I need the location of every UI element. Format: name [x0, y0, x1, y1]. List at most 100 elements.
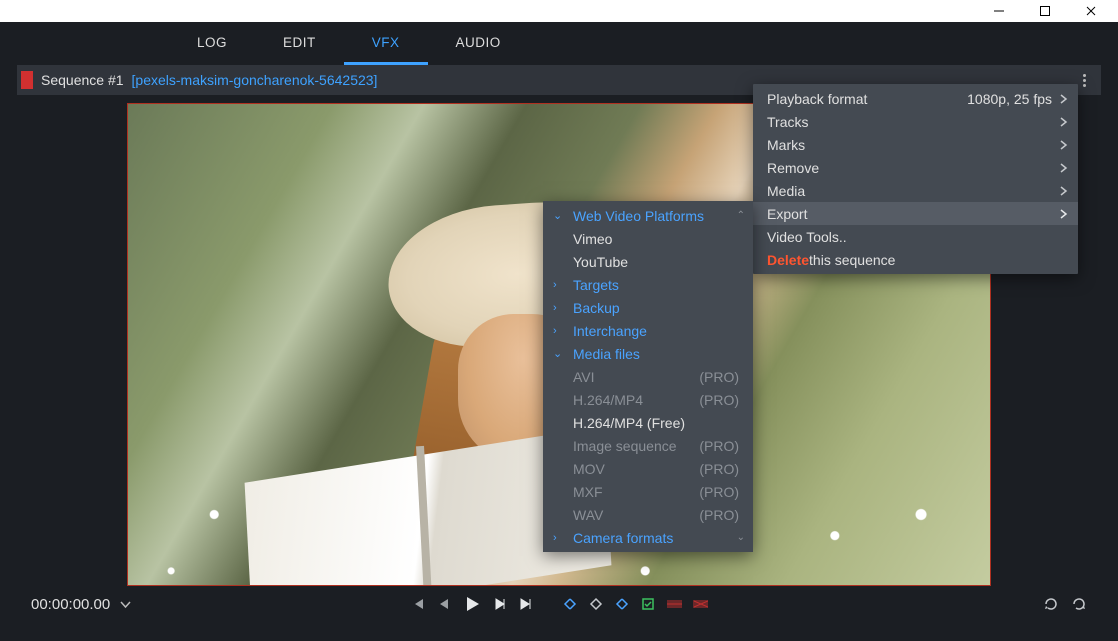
- export-submenu: ⌄ Web Video Platforms ⌃ Vimeo YouTube › …: [543, 201, 753, 552]
- submenu-section-label: Web Video Platforms: [573, 208, 704, 224]
- next-marker-button[interactable]: [614, 596, 630, 612]
- submenu-section-interchange[interactable]: › Interchange: [543, 319, 753, 342]
- scroll-up-icon[interactable]: ⌃: [737, 210, 745, 221]
- sequence-name: Sequence #1: [41, 72, 124, 88]
- submenu-item-label: MXF: [573, 484, 603, 500]
- submenu-item-label: AVI: [573, 369, 595, 385]
- bookmark-icon: [21, 71, 33, 89]
- menu-delete-sequence[interactable]: Delete this sequence: [753, 248, 1078, 271]
- submenu-section-backup[interactable]: › Backup: [543, 296, 753, 319]
- chevron-right-icon: [1060, 117, 1068, 127]
- menu-video-tools[interactable]: Video Tools..: [753, 225, 1078, 248]
- timecode-display[interactable]: 00:00:00.00: [31, 596, 110, 613]
- submenu-section-label: Backup: [573, 300, 620, 316]
- submenu-section-targets[interactable]: › Targets: [543, 273, 753, 296]
- window-titlebar: [0, 0, 1118, 22]
- submenu-section-label: Camera formats: [573, 530, 673, 546]
- timecode-dropdown-icon[interactable]: [120, 599, 131, 610]
- submenu-item-youtube[interactable]: YouTube: [543, 250, 753, 273]
- submenu-item-label: H.264/MP4: [573, 392, 643, 408]
- loop-button[interactable]: [1043, 596, 1059, 612]
- menu-marks[interactable]: Marks: [753, 133, 1078, 156]
- step-back-button[interactable]: [436, 596, 452, 612]
- menu-item-label: Tracks: [767, 114, 808, 130]
- transport-bar: 00:00:00.00: [17, 586, 1101, 622]
- chevron-right-icon: [1060, 209, 1068, 219]
- play-button[interactable]: [462, 594, 482, 614]
- menu-item-delete-word: Delete: [767, 252, 809, 268]
- submenu-section-label: Interchange: [573, 323, 647, 339]
- menu-tracks[interactable]: Tracks: [753, 110, 1078, 133]
- submenu-section-camera-formats[interactable]: › Camera formats ⌄: [543, 526, 753, 549]
- chevron-right-icon: ›: [553, 532, 557, 544]
- submenu-item-mov: MOV (PRO): [543, 457, 753, 480]
- main-menubar: LOG EDIT VFX AUDIO: [17, 22, 1101, 65]
- loop-range-button[interactable]: [1071, 596, 1087, 612]
- chevron-right-icon: ›: [553, 302, 557, 314]
- scroll-down-icon[interactable]: ⌄: [737, 532, 745, 543]
- submenu-section-label: Targets: [573, 277, 619, 293]
- menu-item-value: 1080p, 25 fps: [967, 91, 1052, 107]
- submenu-section-web-video[interactable]: ⌄ Web Video Platforms ⌃: [543, 204, 753, 227]
- menu-item-label: Remove: [767, 160, 819, 176]
- tab-audio[interactable]: AUDIO: [428, 23, 529, 65]
- pro-badge: (PRO): [699, 392, 739, 408]
- go-to-start-button[interactable]: [410, 596, 426, 612]
- menu-playback-format[interactable]: Playback format 1080p, 25 fps: [753, 87, 1078, 110]
- submenu-item-label: Vimeo: [573, 231, 612, 247]
- submenu-item-h264-free[interactable]: H.264/MP4 (Free): [543, 411, 753, 434]
- go-to-end-button[interactable]: [518, 596, 534, 612]
- chevron-down-icon: ⌄: [553, 347, 562, 360]
- submenu-item-label: Image sequence: [573, 438, 677, 454]
- pro-badge: (PRO): [699, 369, 739, 385]
- mark-in-button[interactable]: [640, 596, 656, 612]
- submenu-item-label: H.264/MP4 (Free): [573, 415, 685, 431]
- application-frame: LOG EDIT VFX AUDIO Sequence #1 [pexels-m…: [0, 22, 1118, 641]
- menu-remove[interactable]: Remove: [753, 156, 1078, 179]
- chevron-right-icon: [1060, 140, 1068, 150]
- pro-badge: (PRO): [699, 507, 739, 523]
- prev-marker-button[interactable]: [562, 596, 578, 612]
- step-forward-button[interactable]: [492, 596, 508, 612]
- menu-export[interactable]: Export: [753, 202, 1078, 225]
- submenu-item-wav: WAV (PRO): [543, 503, 753, 526]
- menu-media[interactable]: Media: [753, 179, 1078, 202]
- submenu-item-h264-pro: H.264/MP4 (PRO): [543, 388, 753, 411]
- clear-out-button[interactable]: [692, 596, 708, 612]
- menu-item-label: Playback format: [767, 91, 867, 107]
- transport-aux-controls: [1043, 596, 1087, 612]
- window-maximize-button[interactable]: [1022, 0, 1068, 22]
- add-marker-button[interactable]: [588, 596, 604, 612]
- submenu-item-mxf: MXF (PRO): [543, 480, 753, 503]
- clip-name: [pexels-maksim-goncharenok-5642523]: [132, 72, 378, 88]
- pro-badge: (PRO): [699, 461, 739, 477]
- submenu-section-label: Media files: [573, 346, 640, 362]
- submenu-item-avi: AVI (PRO): [543, 365, 753, 388]
- submenu-item-label: MOV: [573, 461, 605, 477]
- chevron-right-icon: [1060, 94, 1068, 104]
- clear-in-button[interactable]: [666, 596, 682, 612]
- tab-edit[interactable]: EDIT: [255, 23, 344, 65]
- submenu-item-label: YouTube: [573, 254, 628, 270]
- tab-vfx[interactable]: VFX: [344, 23, 428, 65]
- menu-item-label: this sequence: [809, 252, 895, 268]
- chevron-right-icon: [1060, 163, 1068, 173]
- chevron-right-icon: ›: [553, 279, 557, 291]
- window-close-button[interactable]: [1068, 0, 1114, 22]
- window-minimize-button[interactable]: [976, 0, 1022, 22]
- pro-badge: (PRO): [699, 484, 739, 500]
- submenu-item-label: WAV: [573, 507, 603, 523]
- chevron-right-icon: ›: [553, 325, 557, 337]
- pro-badge: (PRO): [699, 438, 739, 454]
- menu-item-label: Video Tools..: [767, 229, 847, 245]
- chevron-down-icon: ⌄: [553, 209, 562, 222]
- sequence-context-menu: Playback format 1080p, 25 fps Tracks Mar…: [753, 84, 1078, 274]
- transport-controls: [410, 594, 708, 614]
- submenu-item-vimeo[interactable]: Vimeo: [543, 227, 753, 250]
- chevron-right-icon: [1060, 186, 1068, 196]
- submenu-item-image-sequence: Image sequence (PRO): [543, 434, 753, 457]
- tab-log[interactable]: LOG: [169, 23, 255, 65]
- menu-item-label: Media: [767, 183, 805, 199]
- submenu-section-media-files[interactable]: ⌄ Media files: [543, 342, 753, 365]
- menu-item-label: Export: [767, 206, 807, 222]
